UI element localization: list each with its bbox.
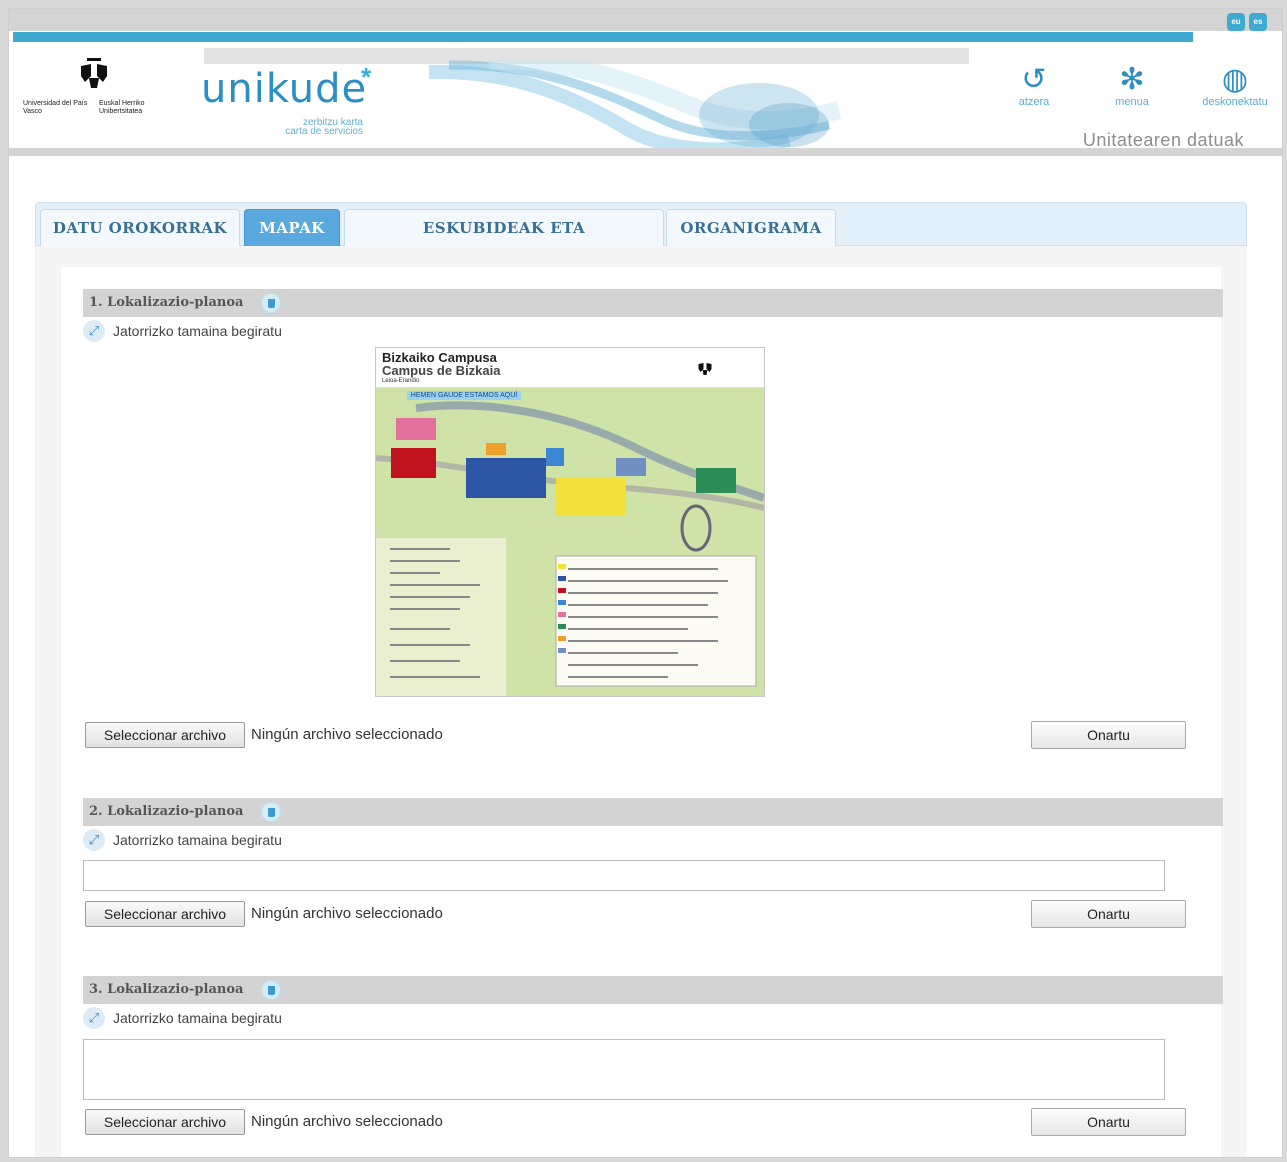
- back-arrow-icon: ↺: [1021, 63, 1047, 96]
- university-logo: Universidad del País Vasco Euskal Herrik…: [19, 56, 179, 126]
- section-3-title: 3. Lokalizazio-planoa: [89, 982, 244, 997]
- map-subtitle: Campus de Bizkaia: [382, 363, 501, 378]
- campus-map-image: Bizkaiko Campusa Campus de Bizkaia Leioa…: [375, 347, 765, 697]
- menu-asterisk-icon: ✻: [1119, 63, 1145, 96]
- section-2-submit-button[interactable]: Onartu: [1031, 900, 1186, 928]
- section-1-header: 1. Lokalizazio-planoa: [83, 289, 1223, 317]
- header: Universidad del País Vasco Euskal Herrik…: [9, 42, 1282, 156]
- section-2-image-box: [83, 860, 1165, 891]
- section-3-view-original-label: Jatorrizko tamaina begiratu: [113, 1010, 282, 1026]
- section-1-file-status: Ningún archivo seleccionado: [251, 726, 443, 743]
- disconnect-label: deskonektatu: [1202, 96, 1268, 108]
- page-subtitle: Unitatearen datuak: [1082, 130, 1244, 150]
- page: eu es Universidad del País Vasco Euskal …: [8, 8, 1283, 1158]
- section-2-view-original-link[interactable]: ⤢ Jatorrizko tamaina begiratu: [83, 829, 282, 851]
- section-3-submit-button[interactable]: Onartu: [1031, 1108, 1186, 1136]
- back-button[interactable]: ↺ atzera: [1011, 63, 1057, 109]
- brand-subtitle-es: carta de servicios: [285, 126, 363, 137]
- section-2-header: 2. Lokalizazio-planoa: [83, 798, 1223, 826]
- back-label: atzera: [1018, 96, 1050, 108]
- menu-button[interactable]: ✻ menua: [1107, 63, 1157, 109]
- decorative-swirl-image: [429, 60, 842, 148]
- language-eu-button[interactable]: eu: [1227, 13, 1245, 31]
- brand-subtitle: zerbitzu karta carta de servicios: [259, 118, 363, 137]
- language-es-button[interactable]: es: [1249, 13, 1267, 31]
- top-bar: [9, 9, 1282, 31]
- section-3-view-original-link[interactable]: ⤢ Jatorrizko tamaina begiratu: [83, 1007, 282, 1029]
- section-3-header: 3. Lokalizazio-planoa: [83, 976, 1223, 1004]
- expand-icon: ⤢: [83, 1007, 105, 1029]
- delete-icon[interactable]: [261, 293, 281, 313]
- university-name-es: Universidad del País Vasco: [23, 100, 88, 115]
- brand-name: unikude: [201, 66, 368, 112]
- section-3-file-status: Ningún archivo seleccionado: [251, 1113, 443, 1130]
- brand-star: *: [361, 62, 372, 92]
- section-1-title: 1. Lokalizazio-planoa: [89, 295, 244, 310]
- tab-eskubideak[interactable]: ESKUBIDEAK ETA BETEBEHARRAK: [344, 209, 664, 273]
- section-2-select-file-button[interactable]: Seleccionar archivo: [85, 901, 245, 927]
- expand-icon: ⤢: [83, 829, 105, 851]
- map-university-emblem-icon: [698, 363, 712, 375]
- delete-icon[interactable]: [261, 802, 281, 822]
- tab-bar: DATU OROKORRAK MAPAK ESKUBIDEAK ETA BETE…: [35, 202, 1247, 273]
- expand-icon: ⤢: [83, 320, 105, 342]
- tab-organigrama[interactable]: ORGANIGRAMA: [666, 209, 836, 247]
- university-name-eu: Euskal Herriko Unibertsitatea: [99, 100, 145, 115]
- section-2-view-original-label: Jatorrizko tamaina begiratu: [113, 832, 282, 848]
- map-drawing: [376, 388, 764, 696]
- section-1-select-file-button[interactable]: Seleccionar archivo: [85, 722, 245, 748]
- section-1-view-original-link[interactable]: ⤢ Jatorrizko tamaina begiratu: [83, 320, 282, 342]
- map-place: Leioa-Erandio: [382, 378, 420, 384]
- accent-bar: [13, 32, 1193, 42]
- section-2-file-status: Ningún archivo seleccionado: [251, 905, 443, 922]
- section-3-select-file-button[interactable]: Seleccionar archivo: [85, 1109, 245, 1135]
- section-2-title: 2. Lokalizazio-planoa: [89, 804, 244, 819]
- university-emblem-icon: [81, 58, 107, 88]
- disconnect-button[interactable]: ◍ deskonektatu: [1189, 63, 1281, 109]
- delete-icon[interactable]: [261, 980, 281, 1000]
- globe-disconnect-icon: ◍: [1221, 63, 1249, 96]
- section-1-view-original-label: Jatorrizko tamaina begiratu: [113, 323, 282, 339]
- menu-label: menua: [1115, 96, 1149, 108]
- section-3-image-box: [83, 1039, 1165, 1100]
- tab-datu-orokorrak[interactable]: DATU OROKORRAK: [40, 209, 240, 247]
- tab-mapak[interactable]: MAPAK: [244, 209, 340, 247]
- map-you-are-here-note: HEMEN GAUDE ESTAMOS AQUÍ: [407, 391, 521, 400]
- section-1-submit-button[interactable]: Onartu: [1031, 721, 1186, 749]
